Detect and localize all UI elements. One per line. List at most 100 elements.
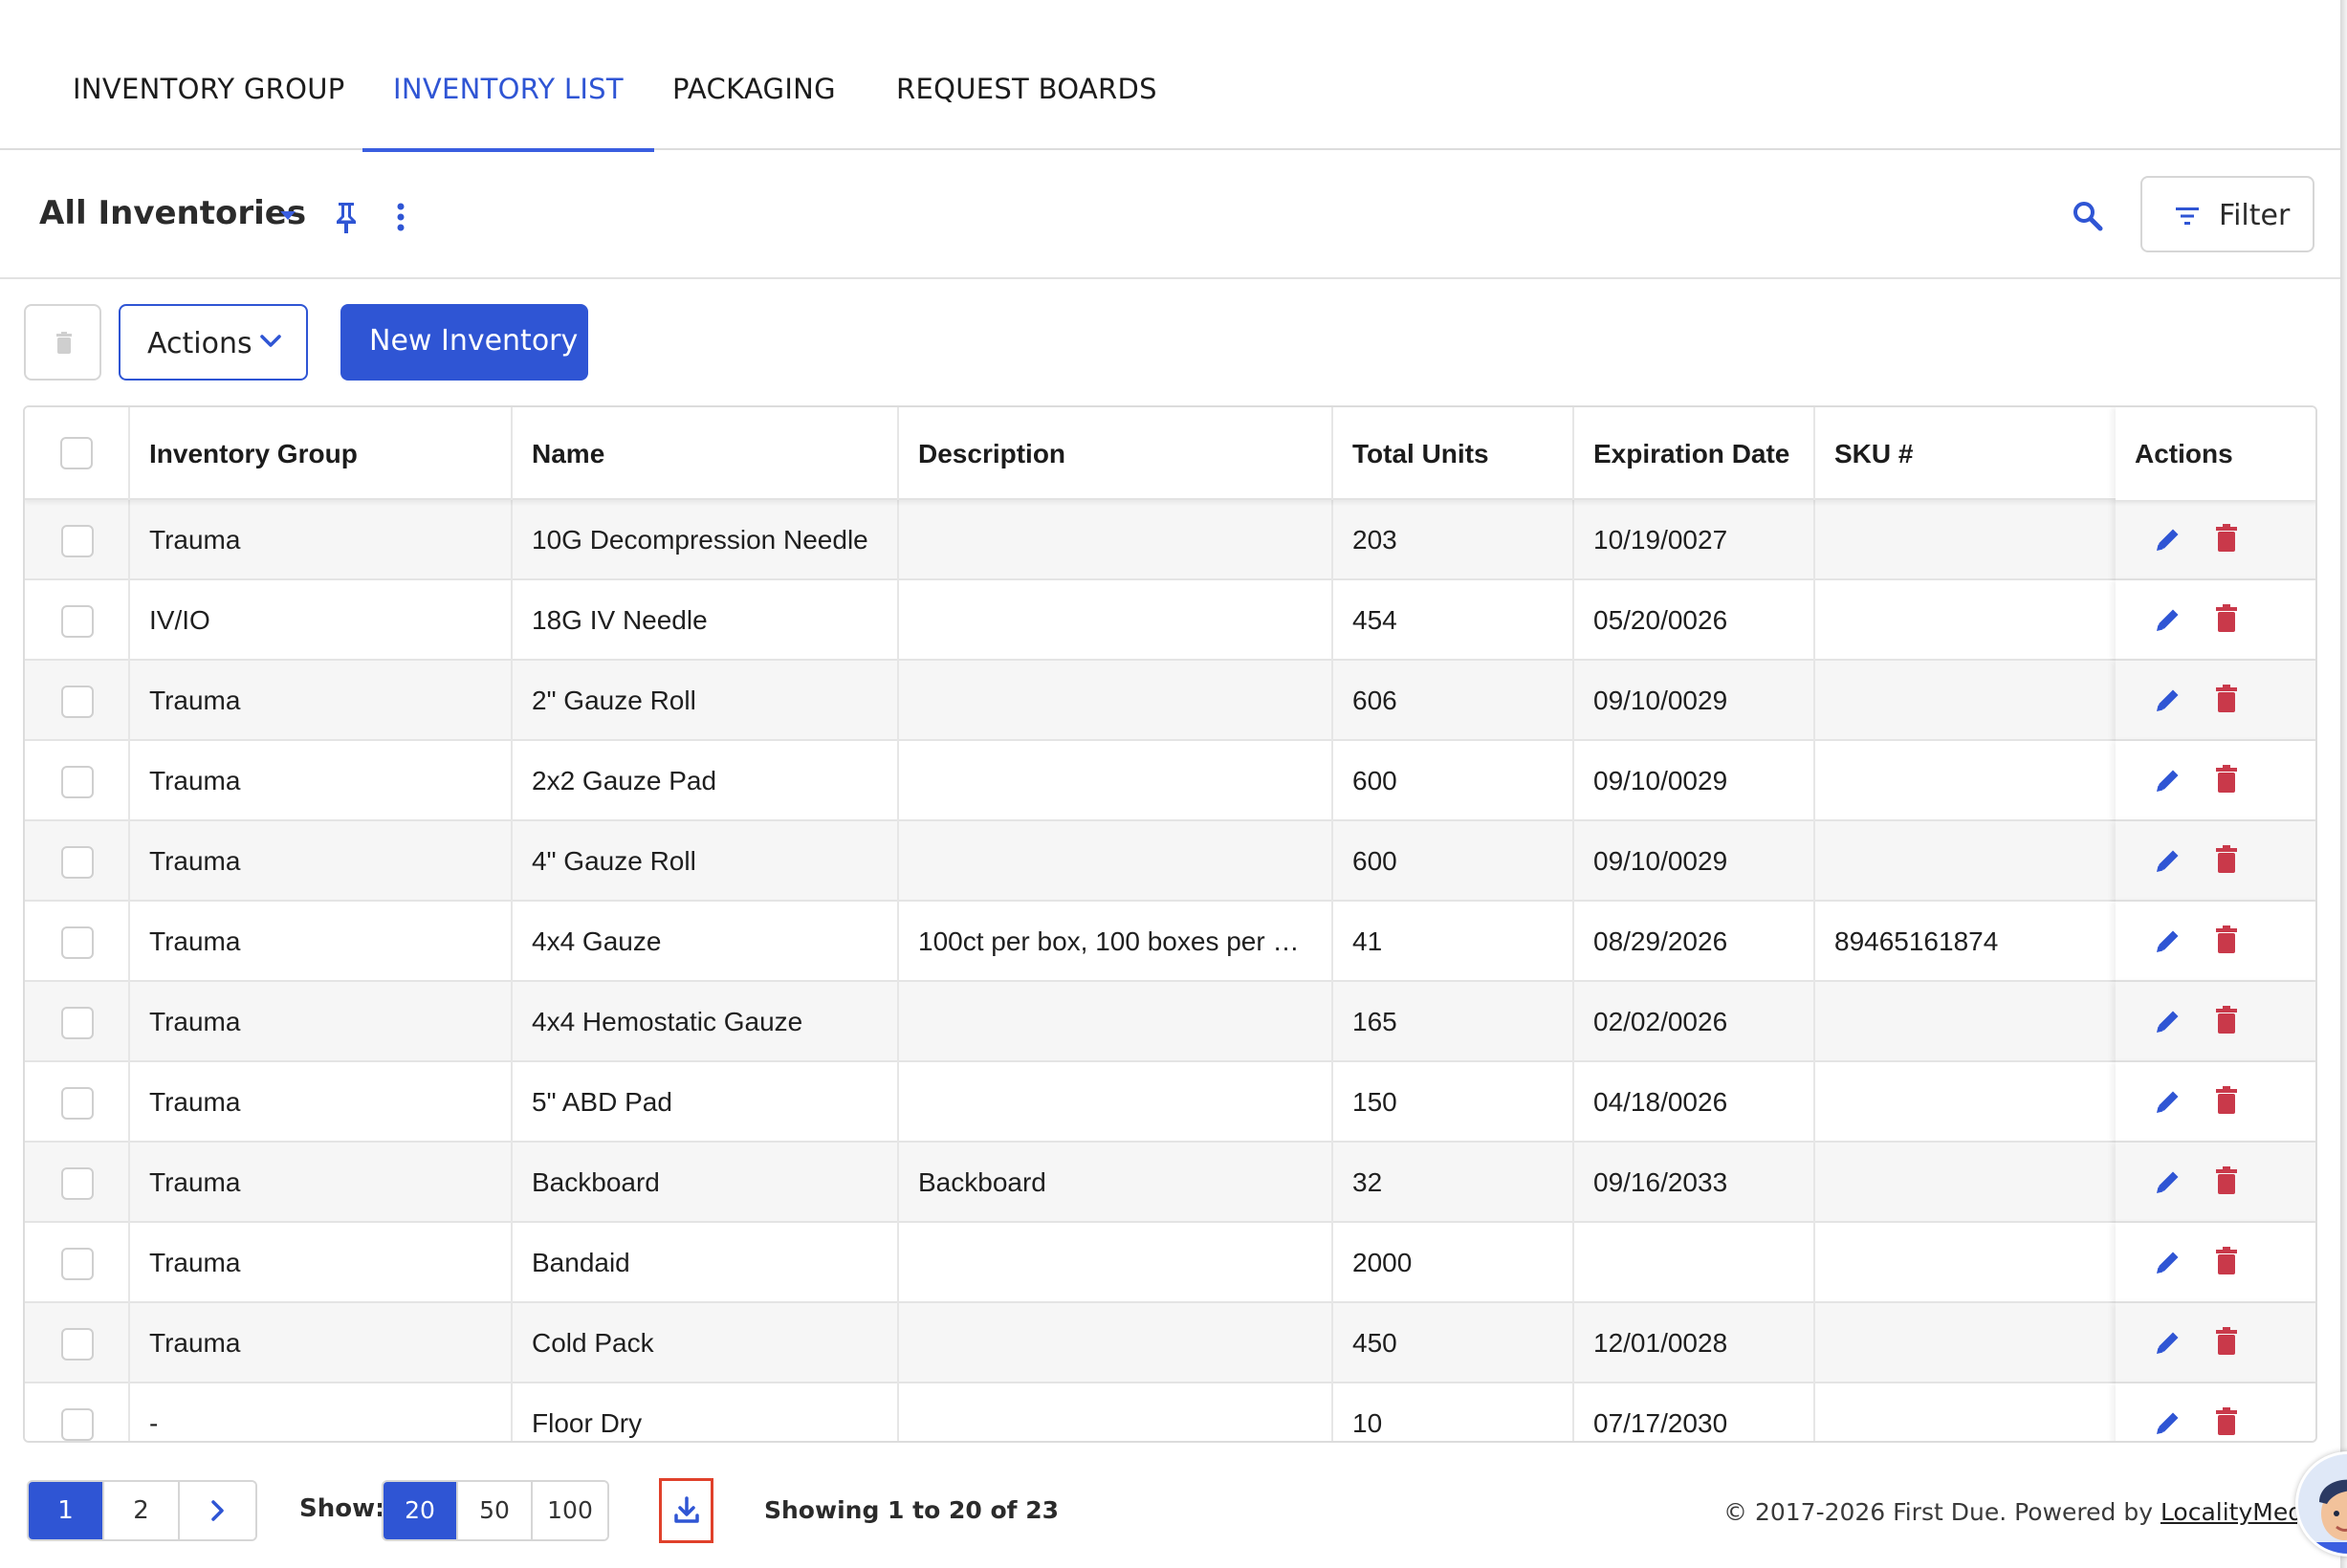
pencil-icon[interactable] [2154,766,2182,795]
pencil-icon[interactable] [2154,686,2182,714]
row-checkbox[interactable] [61,1087,94,1120]
pencil-icon[interactable] [2154,1408,2182,1437]
pencil-icon[interactable] [2154,1167,2182,1196]
page-size-100[interactable]: 100 [533,1482,607,1539]
row-checkbox[interactable] [61,1167,94,1200]
tab-request-boards[interactable]: REQUEST BOARDS [896,69,1157,150]
caret-down-icon[interactable] [280,211,296,220]
row-checkbox[interactable] [61,1248,94,1280]
row-checkbox[interactable] [61,1408,94,1441]
pencil-icon[interactable] [2154,1328,2182,1357]
trash-icon[interactable] [2215,765,2238,794]
cell-sku [1815,821,2116,902]
trash-icon[interactable] [2215,1006,2238,1034]
bulk-delete-button[interactable] [24,304,101,381]
cell-inventory-group: - [130,1383,513,1441]
page-2-button[interactable]: 2 [104,1482,180,1539]
trash-icon[interactable] [2215,685,2238,713]
pencil-icon[interactable] [2154,926,2182,955]
pencil-icon[interactable] [2154,525,2182,554]
trash-icon[interactable] [2215,845,2238,874]
column-header-inventory-group[interactable]: Inventory Group [130,407,513,500]
table-row[interactable]: Trauma Backboard Backboard 32 09/16/2033 [25,1143,2315,1223]
row-checkbox[interactable] [61,686,94,718]
table-row[interactable]: IV/IO 18G IV Needle 454 05/20/0026 [25,580,2315,661]
trash-icon[interactable] [2215,1086,2238,1115]
column-header-expiration-date[interactable]: Expiration Date [1574,407,1815,500]
cell-sku [1815,580,2116,661]
cell-name: Cold Pack [513,1303,899,1383]
column-header-description[interactable]: Description [899,407,1333,500]
trash-icon[interactable] [2215,1407,2238,1436]
column-header-sku[interactable]: SKU # [1815,407,2116,500]
tab-packaging[interactable]: PACKAGING [672,69,836,150]
cell-description [899,500,1333,580]
cell-description [899,1223,1333,1303]
page-size-50[interactable]: 50 [458,1482,533,1539]
table-row[interactable]: Trauma 4x4 Gauze 100ct per box, 100 boxes … [25,902,2315,982]
row-checkbox[interactable] [61,605,94,638]
trash-icon[interactable] [2215,1247,2238,1275]
new-inventory-label: New Inventory [369,324,579,358]
cell-inventory-group: Trauma [130,821,513,902]
actions-dropdown-button[interactable]: Actions [119,304,308,381]
cell-total-units: 32 [1333,1143,1574,1223]
tab-inventory-list[interactable]: INVENTORY LIST [362,69,654,152]
pin-icon[interactable] [333,200,360,234]
download-icon [674,1496,699,1523]
row-checkbox[interactable] [61,846,94,879]
table-row[interactable]: Trauma 10G Decompression Needle 203 10/19/0… [25,500,2315,580]
trash-icon[interactable] [2215,926,2238,954]
column-header-name[interactable]: Name [513,407,899,500]
next-page-button[interactable] [180,1482,255,1539]
table-row[interactable]: Trauma Bandaid 2000 [25,1223,2315,1303]
table-row[interactable]: Trauma Cold Pack 450 12/01/0028 [25,1303,2315,1383]
pencil-icon[interactable] [2154,1007,2182,1035]
row-checkbox-cell [25,1062,130,1143]
cell-expiration-date: 09/16/2033 [1574,1143,1815,1223]
row-checkbox[interactable] [61,525,94,557]
copyright-text: © 2017-2026 First Due. Powered by [1723,1498,2161,1526]
kebab-icon[interactable] [391,202,410,232]
filter-button[interactable]: Filter [2140,176,2314,252]
trash-icon[interactable] [2215,524,2238,553]
cell-inventory-group: Trauma [130,500,513,580]
row-checkbox-cell [25,982,130,1062]
page-size-20[interactable]: 20 [384,1482,458,1539]
page-1-button[interactable]: 1 [29,1482,104,1539]
table-row[interactable]: Trauma 4" Gauze Roll 600 09/10/0029 [25,821,2315,902]
pencil-icon[interactable] [2154,1087,2182,1116]
table-row[interactable]: Trauma 2" Gauze Roll 606 09/10/0029 [25,661,2315,741]
cell-inventory-group: Trauma [130,1223,513,1303]
tab-inventory-group[interactable]: INVENTORY GROUP [73,69,345,150]
cell-inventory-group: Trauma [130,1062,513,1143]
trash-icon[interactable] [2215,604,2238,633]
column-header-total-units[interactable]: Total Units [1333,407,1574,500]
pencil-icon[interactable] [2154,605,2182,634]
new-inventory-button[interactable]: New Inventory [340,304,588,381]
table-row[interactable]: - Floor Dry 10 07/17/2030 [25,1383,2315,1441]
support-avatar[interactable] [2295,1451,2347,1557]
row-checkbox[interactable] [61,1328,94,1361]
search-icon[interactable] [2071,199,2105,233]
download-button[interactable] [659,1478,713,1543]
trash-icon[interactable] [2215,1327,2238,1356]
locality-media-link[interactable]: LocalityMedia, Inc. [2161,1498,2297,1526]
row-checkbox-cell [25,1223,130,1303]
row-checkbox[interactable] [61,1007,94,1039]
cell-sku [1815,1143,2116,1223]
row-checkbox[interactable] [61,926,94,959]
table-row[interactable]: Trauma 2x2 Gauze Pad 600 09/10/0029 [25,741,2315,821]
inventory-view-title[interactable]: All Inventories [39,194,306,232]
pencil-icon[interactable] [2154,1248,2182,1276]
row-actions-cell [2116,902,2315,982]
trash-icon[interactable] [2215,1166,2238,1195]
pencil-icon[interactable] [2154,846,2182,875]
table-row[interactable]: Trauma 5" ABD Pad 150 04/18/0026 [25,1062,2315,1143]
table-row[interactable]: Trauma 4x4 Hemostatic Gauze 165 02/02/0026 [25,982,2315,1062]
row-actions-cell [2116,982,2315,1062]
select-all-checkbox[interactable] [60,437,93,469]
cell-inventory-group: Trauma [130,902,513,982]
cell-total-units: 41 [1333,902,1574,982]
row-checkbox[interactable] [61,766,94,798]
